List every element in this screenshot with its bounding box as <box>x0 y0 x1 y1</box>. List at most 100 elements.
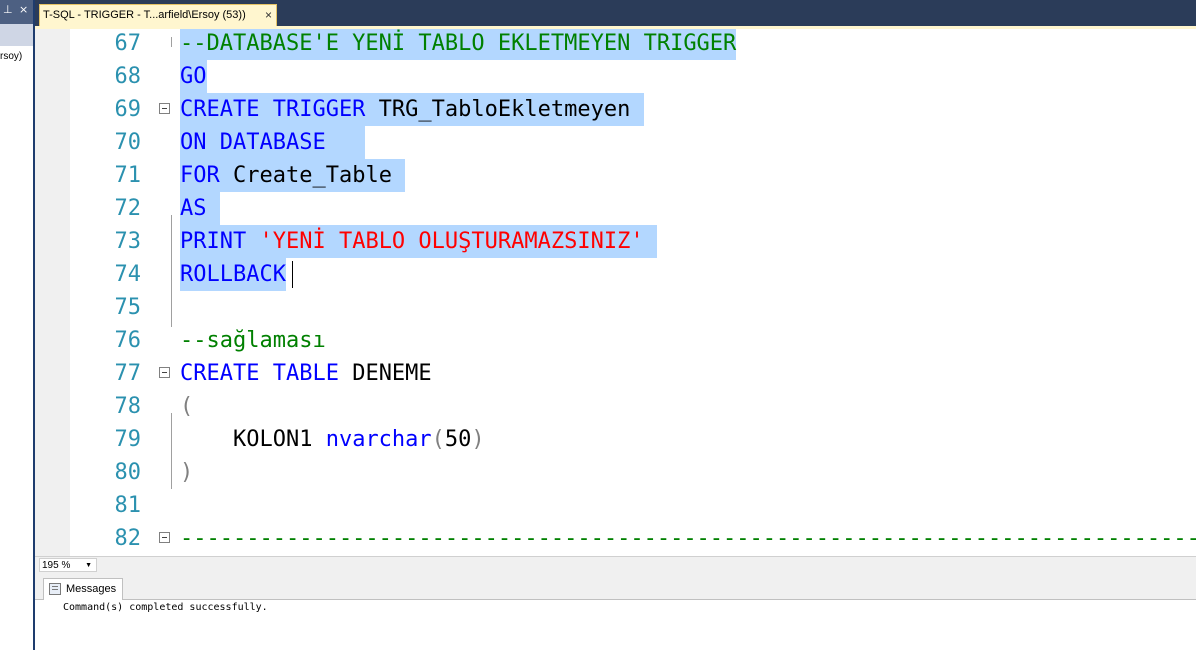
code-line[interactable]: 81 <box>35 489 1196 522</box>
tab-close-icon[interactable]: × <box>265 8 272 22</box>
code-line[interactable]: 69 CREATE TRIGGER TRG_TabloEkletmeyen <box>35 93 1196 126</box>
code-text: ROLLBACK <box>180 258 286 291</box>
code-line[interactable]: 76 --sağlaması <box>35 324 1196 357</box>
results-tab-strip: Messages <box>35 573 1196 600</box>
collapse-icon[interactable] <box>159 532 170 543</box>
chevron-down-icon[interactable]: ▼ <box>85 559 92 573</box>
code-token: ( <box>180 394 194 419</box>
zoom-select[interactable]: 195 % ▼ <box>39 558 97 572</box>
tab-messages-label: Messages <box>66 583 117 595</box>
code-token: 50 <box>444 427 472 452</box>
code-token: CREATE TRIGGER <box>180 97 366 122</box>
results-pane: Messages Command(s) completed successful… <box>35 573 1196 650</box>
line-number: 77 <box>114 361 142 386</box>
code-line[interactable]: 79 KOLON1 nvarchar(50) <box>35 423 1196 456</box>
document-tab-strip: T-SQL - TRIGGER - T...arfield\Ersoy (53)… <box>35 0 1196 26</box>
zoom-bar: 195 % ▼ <box>35 556 1196 574</box>
collapse-icon[interactable] <box>159 103 170 114</box>
code-line[interactable]: 77 CREATE TABLE DENEME <box>35 357 1196 390</box>
code-line[interactable]: 74 ROLLBACK <box>35 258 1196 291</box>
line-number: 74 <box>114 262 142 287</box>
message-text: Command(s) completed successfully. <box>63 602 268 613</box>
code-line[interactable]: 68 GO <box>35 60 1196 93</box>
line-number: 72 <box>114 196 142 221</box>
line-number: 82 <box>114 526 142 551</box>
line-number: 68 <box>114 64 142 89</box>
code-text: ----------------------------------------… <box>180 522 1196 555</box>
collapse-icon[interactable] <box>159 367 170 378</box>
code-text: ) <box>180 456 193 489</box>
code-token: ROLLBACK <box>180 262 286 287</box>
line-number: 71 <box>114 163 142 188</box>
document-tab-title: T-SQL - TRIGGER - T...arfield\Ersoy (53)… <box>43 9 246 21</box>
outline-guide <box>171 37 172 47</box>
code-line[interactable]: 70 ON DATABASE <box>35 126 1196 159</box>
code-token: ----------------------------------------… <box>180 526 1196 551</box>
code-line[interactable]: 72 AS <box>35 192 1196 225</box>
code-token: GO <box>180 64 207 89</box>
selected-node-highlight[interactable] <box>0 24 35 46</box>
code-token: TRG_TabloEkletmeyen <box>365 97 644 122</box>
line-number: 75 <box>114 295 142 320</box>
code-line[interactable]: 78 ( <box>35 390 1196 423</box>
code-text: CREATE TABLE DENEME <box>180 357 432 390</box>
code-token: KOLON1 <box>180 427 326 452</box>
code-token: 'YENİ TABLO OLUŞTURAMAZSINIZ' <box>259 229 644 254</box>
line-number: 67 <box>114 31 142 56</box>
line-number: 70 <box>114 130 142 155</box>
line-number: 73 <box>114 229 142 254</box>
object-explorer-panel: ⊥ × rsoy) <box>0 0 36 650</box>
code-token: PRINT <box>180 229 247 254</box>
line-number: 76 <box>114 328 142 353</box>
code-text: AS <box>180 192 220 225</box>
code-text: CREATE TRIGGER TRG_TabloEkletmeyen <box>180 93 644 126</box>
code-line[interactable]: 73 PRINT 'YENİ TABLO OLUŞTURAMAZSINIZ' <box>35 225 1196 258</box>
pin-icon[interactable]: ⊥ <box>3 3 13 16</box>
code-token: ) <box>180 460 194 485</box>
zoom-value: 195 % <box>42 560 71 571</box>
code-line[interactable]: 80) <box>35 456 1196 489</box>
code-token: Create_Table <box>219 163 406 188</box>
code-line[interactable]: 75 <box>35 291 1196 324</box>
outline-guide <box>171 413 172 489</box>
code-token: FOR <box>180 163 220 188</box>
code-text: PRINT 'YENİ TABLO OLUŞTURAMAZSINIZ' <box>180 225 657 258</box>
code-text: --DATABASE'E YENİ TABLO EKLETMEYEN TRIGG… <box>180 29 737 60</box>
query-editor[interactable]: 67 --DATABASE'E YENİ TABLO EKLETMEYEN TRI… <box>35 29 1196 556</box>
line-number: 78 <box>114 394 142 419</box>
code-text: GO <box>180 60 207 93</box>
code-token: nvarchar <box>325 427 432 452</box>
code-text: ON DATABASE <box>180 126 366 159</box>
tree-node-fragment[interactable]: rsoy) <box>0 51 22 62</box>
code-line[interactable]: 82 --------------------------------------… <box>35 522 1196 555</box>
code-text: KOLON1 nvarchar(50) <box>180 423 485 456</box>
code-text: --sağlaması <box>180 324 326 357</box>
outline-guide <box>171 215 172 327</box>
code-line[interactable]: 71 FOR Create_Table <box>35 159 1196 192</box>
code-token: CREATE TABLE <box>180 361 339 386</box>
tab-messages[interactable]: Messages <box>43 578 123 600</box>
code-line[interactable]: 67 --DATABASE'E YENİ TABLO EKLETMEYEN TRI… <box>35 29 1196 60</box>
code-text: FOR Create_Table <box>180 159 406 192</box>
close-icon[interactable]: × <box>19 3 28 16</box>
line-number: 79 <box>114 427 142 452</box>
messages-icon <box>49 583 61 595</box>
code-token: ) <box>471 427 485 452</box>
code-token: ( <box>431 427 445 452</box>
code-token: DENEME <box>338 361 432 386</box>
code-token: ON DATABASE <box>180 130 326 155</box>
code-token: --sağlaması <box>180 328 326 353</box>
code-text: ( <box>180 390 193 423</box>
document-tab[interactable]: T-SQL - TRIGGER - T...arfield\Ersoy (53)… <box>39 4 277 26</box>
line-number: 69 <box>114 97 142 122</box>
code-token: --DATABASE'E YENİ TABLO EKLETMEYEN TRIGG… <box>180 31 737 56</box>
text-caret <box>292 261 293 288</box>
code-token: AS <box>180 196 207 221</box>
object-explorer-header: ⊥ × <box>0 0 35 24</box>
line-number: 80 <box>114 460 142 485</box>
line-number: 81 <box>114 493 142 518</box>
